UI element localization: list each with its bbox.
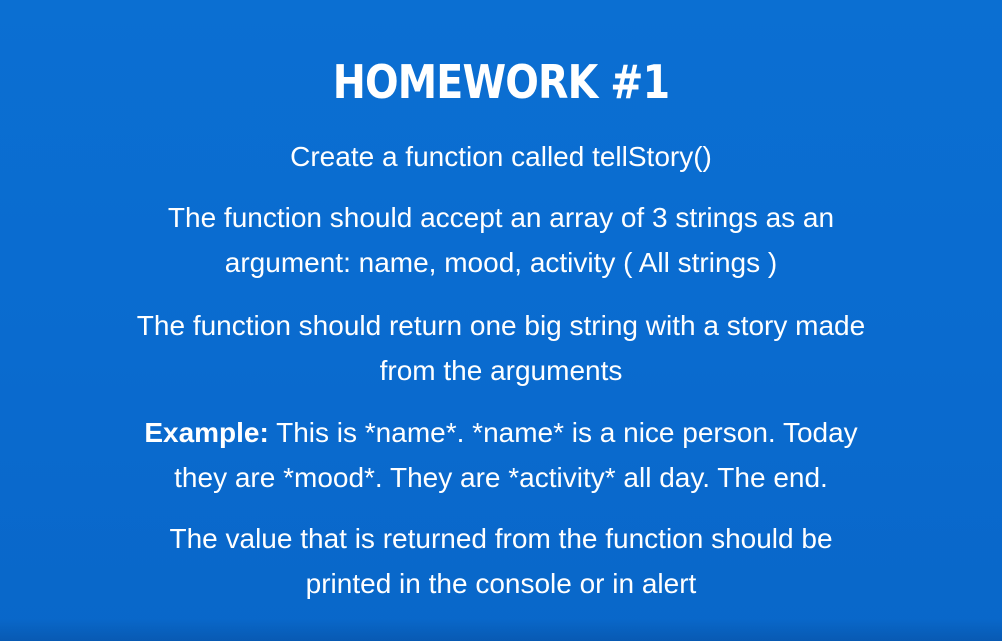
- instruction-text: The function should return one big strin…: [136, 310, 866, 341]
- instruction-return: The function should return one big strin…: [70, 303, 932, 393]
- example-text: This is *name*. *name* is a nice person.…: [276, 417, 858, 448]
- example-text: they are *mood*. They are *activity* all…: [174, 462, 828, 493]
- instruction-arguments: The function should accept an array of 3…: [70, 195, 932, 285]
- slide: HOMEWORK #1 Create a function called tel…: [0, 0, 1002, 641]
- instruction-text: argument: name, mood, activity ( All str…: [224, 247, 778, 278]
- instruction-output: The value that is returned from the func…: [70, 516, 932, 606]
- instruction-text: printed in the console or in alert: [305, 568, 697, 599]
- example-paragraph: Example: This is *name*. *name* is a nic…: [70, 410, 932, 500]
- instruction-text: from the arguments: [379, 355, 623, 386]
- instruction-function-name: Create a function called tellStory(): [70, 134, 932, 179]
- instruction-text: The function should accept an array of 3…: [167, 202, 835, 233]
- instruction-text: Create a function called tellStory(): [290, 141, 712, 172]
- instruction-text: The value that is returned from the func…: [169, 523, 833, 554]
- slide-title: HOMEWORK #1: [332, 55, 670, 109]
- example-label: Example:: [144, 417, 269, 448]
